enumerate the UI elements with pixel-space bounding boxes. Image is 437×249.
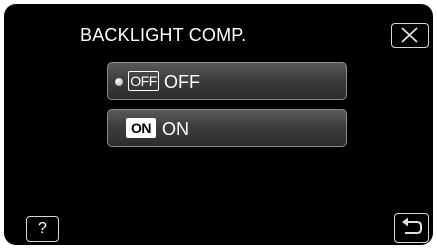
option-off-button[interactable]: OFF OFF: [107, 62, 347, 100]
on-badge-text: ON: [128, 120, 154, 136]
option-on-button[interactable]: ON ON: [107, 109, 347, 147]
menu-panel: BACKLIGHT COMP. OFF OFF ON ON ?: [4, 4, 433, 245]
option-off-label: OFF: [164, 72, 200, 92]
help-button[interactable]: ?: [26, 216, 59, 242]
option-on-label: ON: [162, 119, 189, 139]
menu-title: BACKLIGHT COMP.: [80, 25, 247, 45]
on-badge-icon: ON: [126, 118, 156, 138]
selected-bullet-icon: [115, 78, 123, 86]
back-icon: [402, 217, 422, 234]
close-button[interactable]: [391, 23, 429, 48]
screen: BACKLIGHT COMP. OFF OFF ON ON ?: [0, 0, 437, 249]
close-icon: [401, 27, 418, 43]
off-badge-icon: OFF: [128, 71, 159, 91]
back-button[interactable]: [394, 213, 429, 243]
